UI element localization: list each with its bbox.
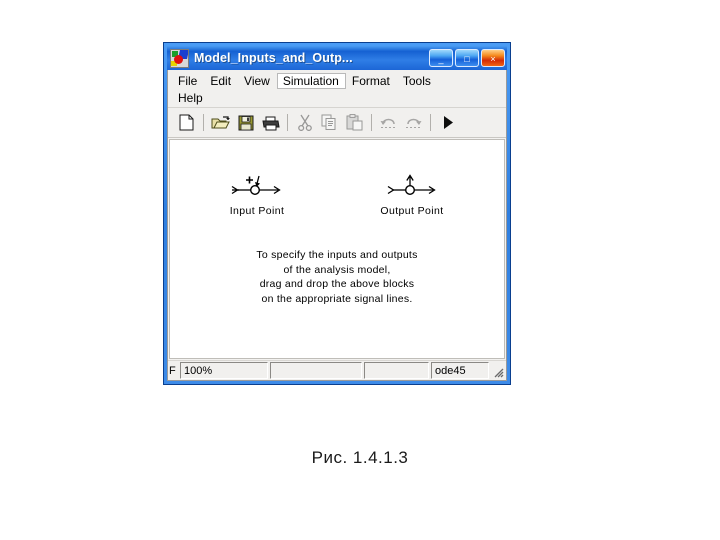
toolbar-separator	[430, 114, 431, 131]
block-input-point[interactable]: Input Point	[192, 173, 322, 217]
menu-row-primary: File Edit View Simulation Format Tools	[172, 72, 506, 89]
toolbar-separator	[287, 114, 288, 131]
window-client-area: File Edit View Simulation Format Tools H…	[167, 70, 507, 381]
status-field-3	[364, 362, 429, 379]
menu-item-edit[interactable]: Edit	[204, 73, 238, 89]
input-point-glyph-wrap	[192, 173, 322, 199]
status-ready-text: F	[169, 364, 176, 377]
save-model-button[interactable]	[233, 111, 258, 135]
hint-line-4: on the appropriate signal lines.	[261, 292, 413, 305]
start-simulation-icon	[443, 116, 453, 129]
toolbar-separator	[371, 114, 372, 131]
output-point-block-icon	[387, 174, 436, 196]
figure-caption: Рис. 1.4.1.3	[311, 448, 409, 467]
menu-item-help[interactable]: Help	[172, 90, 210, 106]
simulink-library-icon	[170, 48, 189, 68]
cut-button[interactable]	[292, 111, 317, 135]
window-title: Model_Inputs_and_Outp...	[194, 51, 353, 65]
open-model-button[interactable]	[208, 111, 233, 135]
close-button[interactable]: ×	[481, 49, 505, 67]
maximize-button[interactable]: □	[455, 49, 479, 67]
resize-grip-icon[interactable]	[491, 362, 505, 379]
simulink-library-window: Model_Inputs_and_Outp... _ □ × File Edit	[163, 42, 511, 385]
page-root: Model_Inputs_and_Outp... _ □ × File Edit	[0, 0, 720, 540]
block-label-output-point: Output Point	[380, 205, 444, 217]
print-button[interactable]	[258, 111, 283, 135]
save-model-icon	[238, 115, 253, 130]
output-point-glyph-wrap	[347, 173, 477, 199]
close-icon: ×	[490, 54, 496, 64]
model-canvas[interactable]: Input Point Output Point To specify the …	[169, 139, 505, 359]
redo-icon	[406, 118, 422, 128]
open-model-icon	[211, 115, 230, 128]
status-bar: F 100% ode45	[168, 360, 506, 380]
menu-item-simulation[interactable]: Simulation	[276, 72, 346, 89]
start-simulation-button[interactable]	[435, 111, 460, 135]
toolbar	[168, 108, 506, 138]
minimize-icon: _	[438, 54, 444, 64]
hint-line-2: of the analysis model,	[283, 263, 391, 276]
menu-item-file[interactable]: File	[172, 73, 204, 89]
new-model-button[interactable]	[174, 111, 199, 135]
print-icon	[262, 116, 280, 130]
minimize-button[interactable]: _	[429, 49, 453, 67]
menu-item-tools[interactable]: Tools	[397, 73, 438, 89]
hint-line-1: To specify the inputs and outputs	[256, 249, 418, 261]
paste-icon	[346, 114, 363, 131]
window-controls: _ □ ×	[429, 49, 505, 67]
menu-row-secondary: Help	[172, 89, 506, 106]
hint-line-3: drag and drop the above blocks	[259, 278, 415, 290]
input-point-block-icon	[231, 175, 281, 196]
status-field-2	[270, 362, 362, 379]
status-solver: ode45	[431, 362, 489, 379]
block-output-point[interactable]: Output Point	[347, 173, 477, 217]
new-model-icon	[179, 114, 194, 131]
toolbar-separator	[203, 114, 204, 131]
undo-icon	[380, 118, 396, 128]
menu-item-format[interactable]: Format	[346, 73, 397, 89]
copy-button[interactable]	[317, 111, 342, 135]
cut-icon	[297, 114, 312, 131]
window-titlebar[interactable]: Model_Inputs_and_Outp... _ □ ×	[167, 46, 507, 70]
paste-button[interactable]	[342, 111, 367, 135]
redo-button[interactable]	[401, 111, 426, 135]
undo-button[interactable]	[376, 111, 401, 135]
canvas-hint-text: To specify the inputs and outputs of the…	[170, 248, 504, 306]
menu-bar: File Edit View Simulation Format Tools H…	[168, 70, 506, 108]
status-zoom-level: 100%	[180, 362, 268, 379]
maximize-icon: □	[464, 54, 470, 64]
menu-item-view[interactable]: View	[238, 73, 277, 89]
copy-icon	[321, 114, 336, 130]
block-label-input-point: Input Point	[229, 205, 285, 217]
